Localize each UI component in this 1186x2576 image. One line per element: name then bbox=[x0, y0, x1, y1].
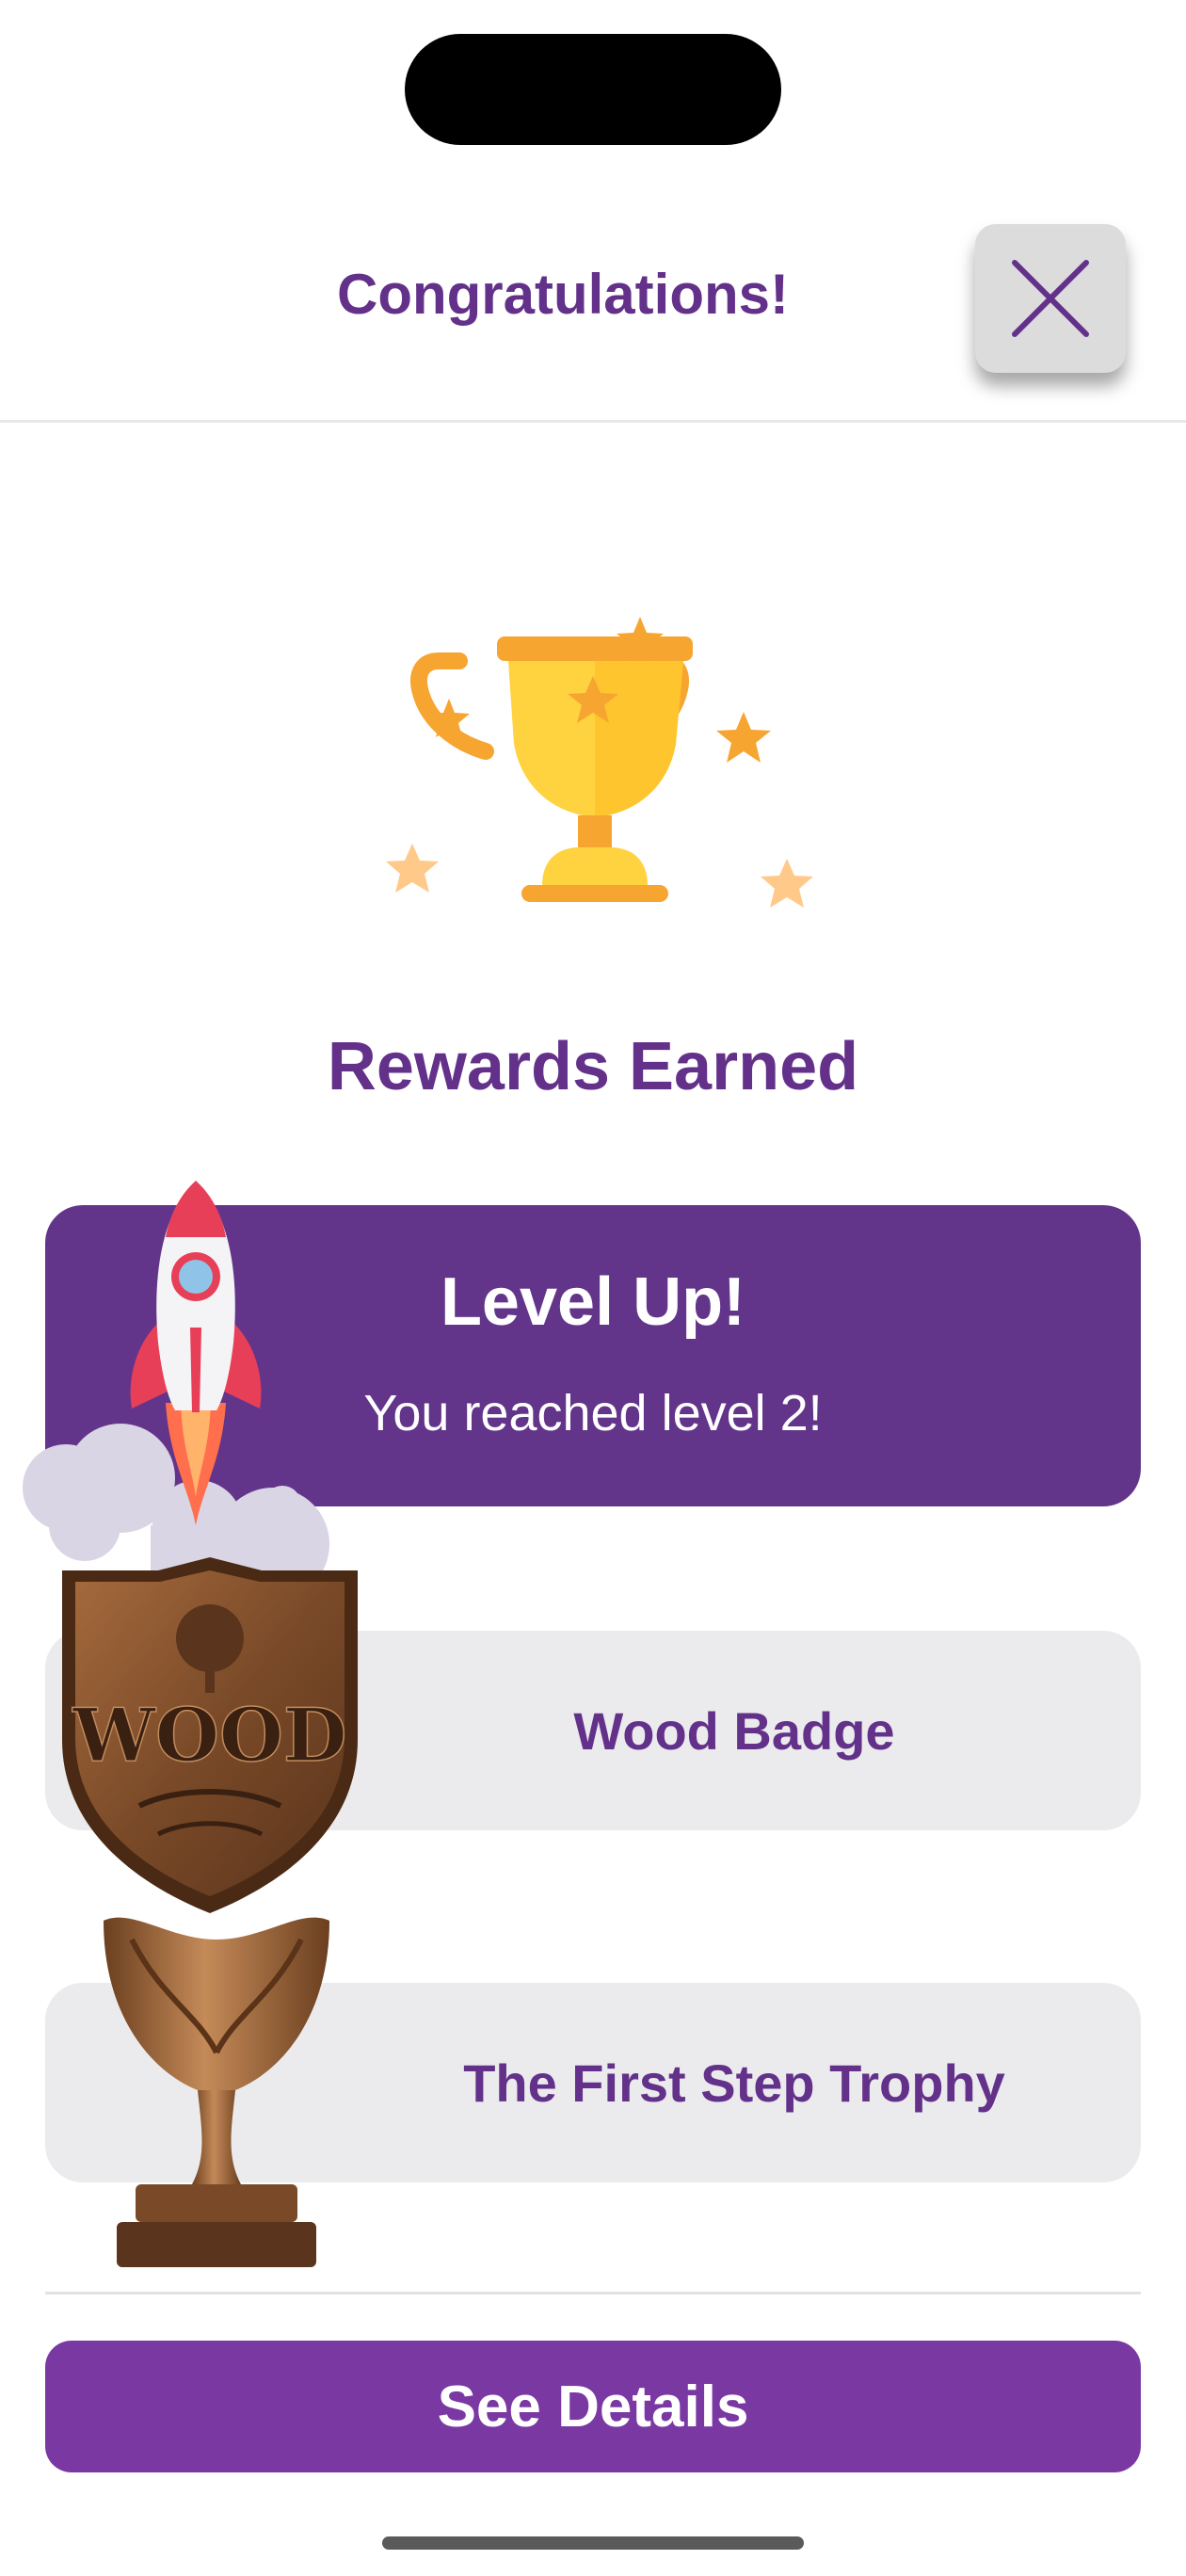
reward-title: Wood Badge bbox=[573, 1700, 895, 1761]
badge-text: WOOD bbox=[72, 1693, 346, 1779]
rocket-icon bbox=[23, 1181, 329, 1591]
reward-title: The First Step Trophy bbox=[463, 2053, 1005, 2113]
device-notch bbox=[405, 34, 781, 145]
footer-divider bbox=[45, 2292, 1141, 2294]
rewards-screen: Congratulations! Rewards Earned Level Up… bbox=[0, 0, 1186, 2576]
page-title: Congratulations! bbox=[337, 263, 789, 326]
trophy-with-stars-icon bbox=[386, 617, 813, 908]
home-indicator[interactable] bbox=[382, 2536, 804, 2550]
wood-badge-icon: WOOD bbox=[62, 1557, 358, 1913]
see-details-button[interactable]: See Details bbox=[45, 2341, 1141, 2472]
wooden-trophy-icon bbox=[104, 1917, 329, 2267]
section-title: Rewards Earned bbox=[327, 1029, 859, 1104]
header-divider bbox=[0, 420, 1186, 423]
close-icon bbox=[1012, 260, 1089, 337]
close-button[interactable] bbox=[975, 224, 1126, 373]
